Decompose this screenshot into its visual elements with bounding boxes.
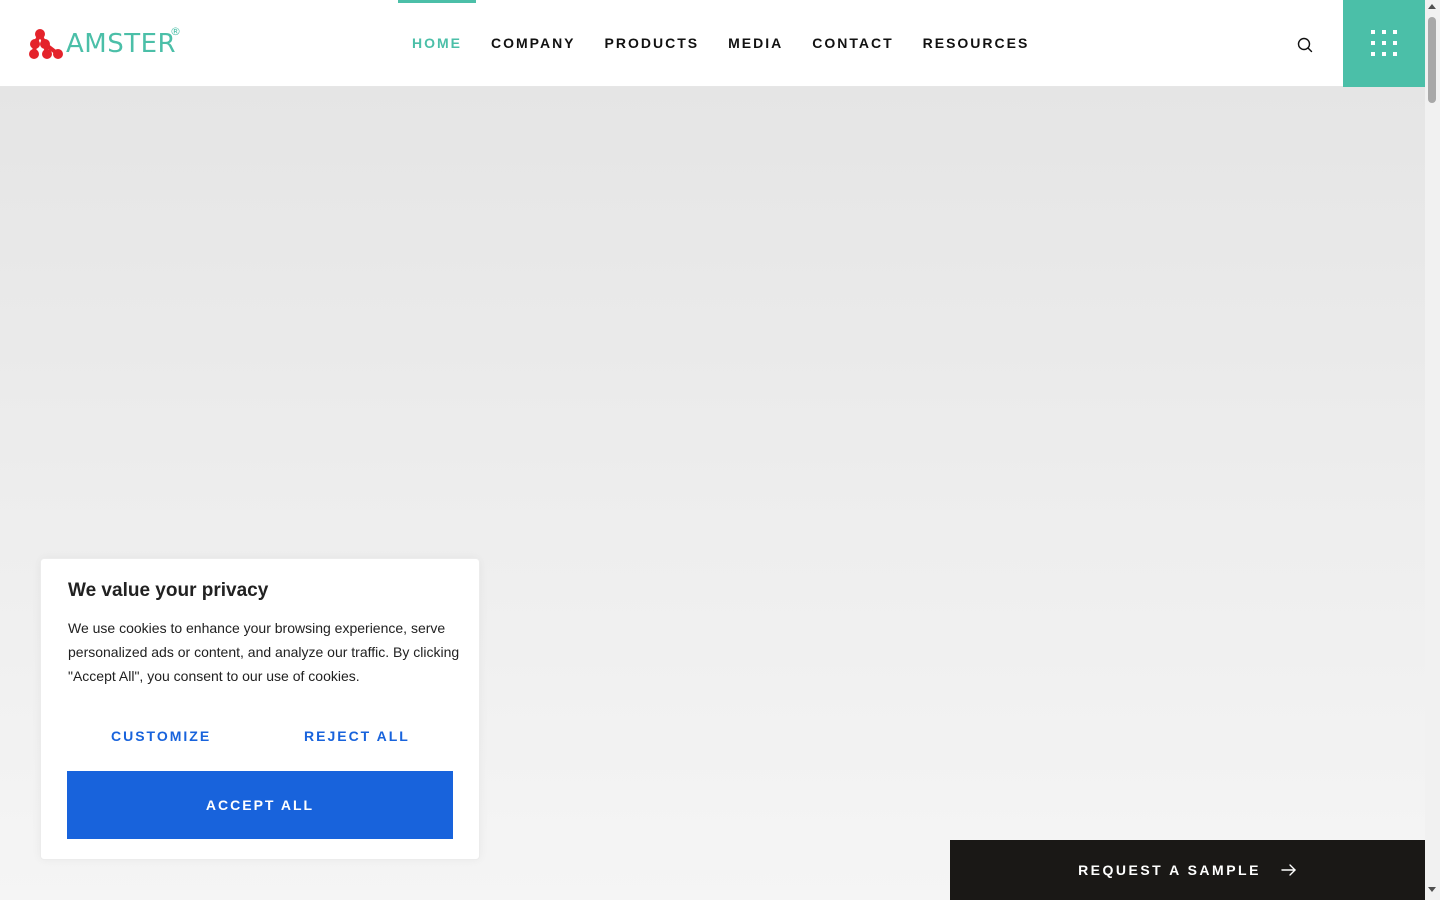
page-scrollbar[interactable] <box>1425 0 1440 900</box>
request-sample-button[interactable]: REQUEST A SAMPLE <box>950 840 1425 900</box>
logo-link[interactable]: AMSTER ® <box>29 25 181 60</box>
main-nav: HOME COMPANY PRODUCTS MEDIA CONTACT RESO… <box>398 0 1030 87</box>
scrollbar-thumb[interactable] <box>1428 17 1436 103</box>
nav-item-home[interactable]: HOME <box>398 0 476 87</box>
reject-all-button[interactable]: REJECT ALL <box>304 728 410 744</box>
arrow-right-icon <box>1281 864 1296 876</box>
cookie-banner: We value your privacy We use cookies to … <box>40 558 480 860</box>
scroll-up-arrow-icon[interactable] <box>1428 4 1436 9</box>
customize-button[interactable]: CUSTOMIZE <box>111 728 211 744</box>
search-button[interactable] <box>1296 36 1314 54</box>
cookie-text: We use cookies to enhance your browsing … <box>68 620 460 684</box>
nav-item-contact[interactable]: CONTACT <box>812 0 893 87</box>
nav-item-company[interactable]: COMPANY <box>491 0 576 87</box>
menu-button[interactable] <box>1343 0 1425 87</box>
grid-dots-icon <box>1371 30 1397 56</box>
accept-all-button[interactable]: ACCEPT ALL <box>67 771 453 839</box>
nav-item-resources[interactable]: RESOURCES <box>923 0 1030 87</box>
amster-logo-icon <box>29 29 63 59</box>
nav-item-products[interactable]: PRODUCTS <box>605 0 700 87</box>
site-header: AMSTER ® HOME COMPANY PRODUCTS MEDIA CON… <box>0 0 1425 87</box>
scroll-down-arrow-icon[interactable] <box>1428 887 1436 892</box>
nav-item-media[interactable]: MEDIA <box>728 0 783 87</box>
cookie-title: We value your privacy <box>68 580 269 601</box>
logo-text: AMSTER <box>66 29 177 59</box>
search-icon <box>1297 37 1313 53</box>
registered-mark: ® <box>170 25 181 38</box>
page: AMSTER ® HOME COMPANY PRODUCTS MEDIA CON… <box>0 0 1425 900</box>
request-sample-label: REQUEST A SAMPLE <box>1078 862 1261 878</box>
